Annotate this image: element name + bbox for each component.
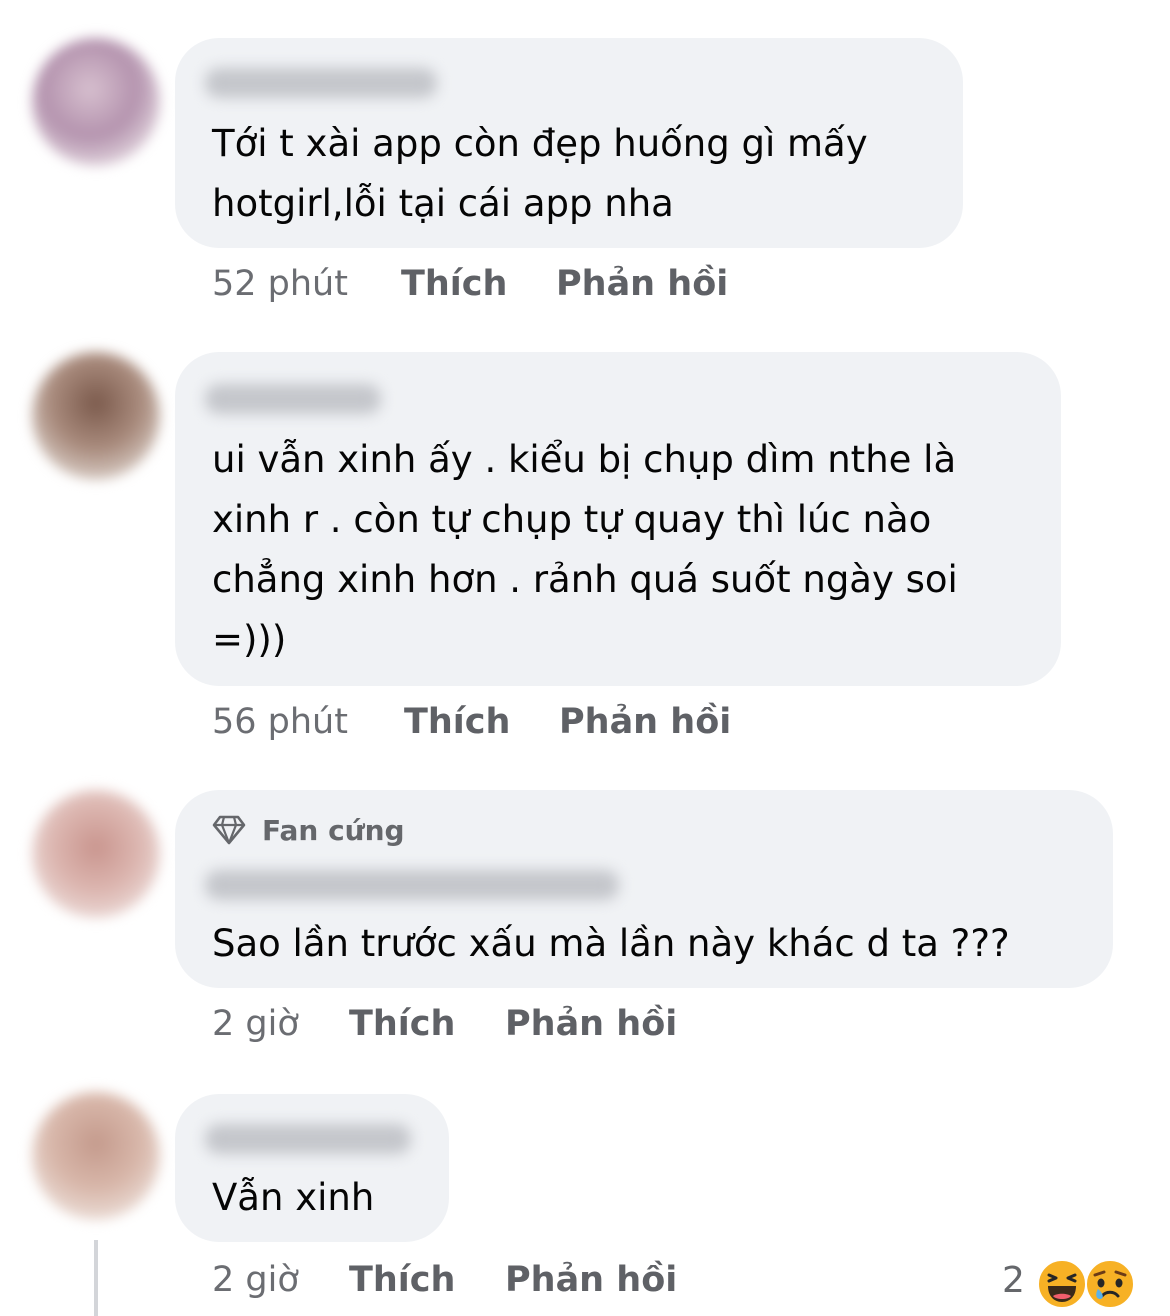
commenter-name[interactable]	[205, 870, 619, 900]
comment-text-line: Tới t xài app còn đẹp huống gì mấy	[212, 122, 868, 165]
comment-bubble: Tới t xài app còn đẹp huống gì mấy hotgi…	[175, 38, 963, 248]
comment-timestamp[interactable]: 56 phút	[212, 702, 348, 742]
comment-timestamp[interactable]: 52 phút	[212, 264, 348, 304]
commenter-name[interactable]	[205, 68, 437, 98]
comment-text-line: ui vẫn xinh ấy . kiểu bị chụp dìm nthe l…	[212, 438, 957, 481]
comment-timestamp[interactable]: 2 giờ	[212, 1260, 299, 1300]
comment-bubble: Fan cứng Sao lần trước xấu mà lần này kh…	[175, 790, 1113, 988]
reaction-summary[interactable]: 2	[1000, 1254, 1150, 1314]
comment-text-line: =)))	[212, 618, 287, 661]
comment-text-line: Vẫn xinh	[212, 1176, 375, 1219]
comment-text-line: hotgirl,lỗi tại cái app nha	[212, 182, 674, 225]
reply-button[interactable]: Phản hồi	[556, 264, 728, 304]
reply-button[interactable]: Phản hồi	[505, 1004, 677, 1044]
avatar[interactable]	[32, 352, 160, 480]
like-button[interactable]: Thích	[349, 1260, 455, 1300]
avatar[interactable]	[32, 1092, 160, 1220]
comment-bubble: Vẫn xinh	[175, 1094, 449, 1242]
diamond-icon	[212, 815, 246, 845]
badge-label: Fan cứng	[262, 814, 405, 847]
commenter-name[interactable]	[205, 1124, 411, 1154]
like-button[interactable]: Thích	[349, 1004, 455, 1044]
thread-connector	[94, 1240, 98, 1316]
haha-icon	[1037, 1259, 1087, 1309]
comment-timestamp[interactable]: 2 giờ	[212, 1004, 299, 1044]
like-button[interactable]: Thích	[401, 264, 507, 304]
reply-button[interactable]: Phản hồi	[559, 702, 731, 742]
avatar[interactable]	[32, 38, 160, 166]
avatar[interactable]	[32, 790, 160, 918]
commenter-name[interactable]	[205, 384, 381, 414]
comment-text-line: Sao lần trước xấu mà lần này khác d ta ?…	[212, 922, 1010, 965]
like-button[interactable]: Thích	[404, 702, 510, 742]
comment-text-line: chẳng xinh hơn . rảnh quá suốt ngày soi	[212, 558, 958, 601]
reply-button[interactable]: Phản hồi	[505, 1260, 677, 1300]
comment-text-line: xinh r . còn tự chụp tự quay thì lúc nào	[212, 498, 932, 541]
sad-icon	[1085, 1259, 1135, 1309]
comment-bubble: ui vẫn xinh ấy . kiểu bị chụp dìm nthe l…	[175, 352, 1061, 686]
reaction-count: 2	[1002, 1260, 1025, 1301]
